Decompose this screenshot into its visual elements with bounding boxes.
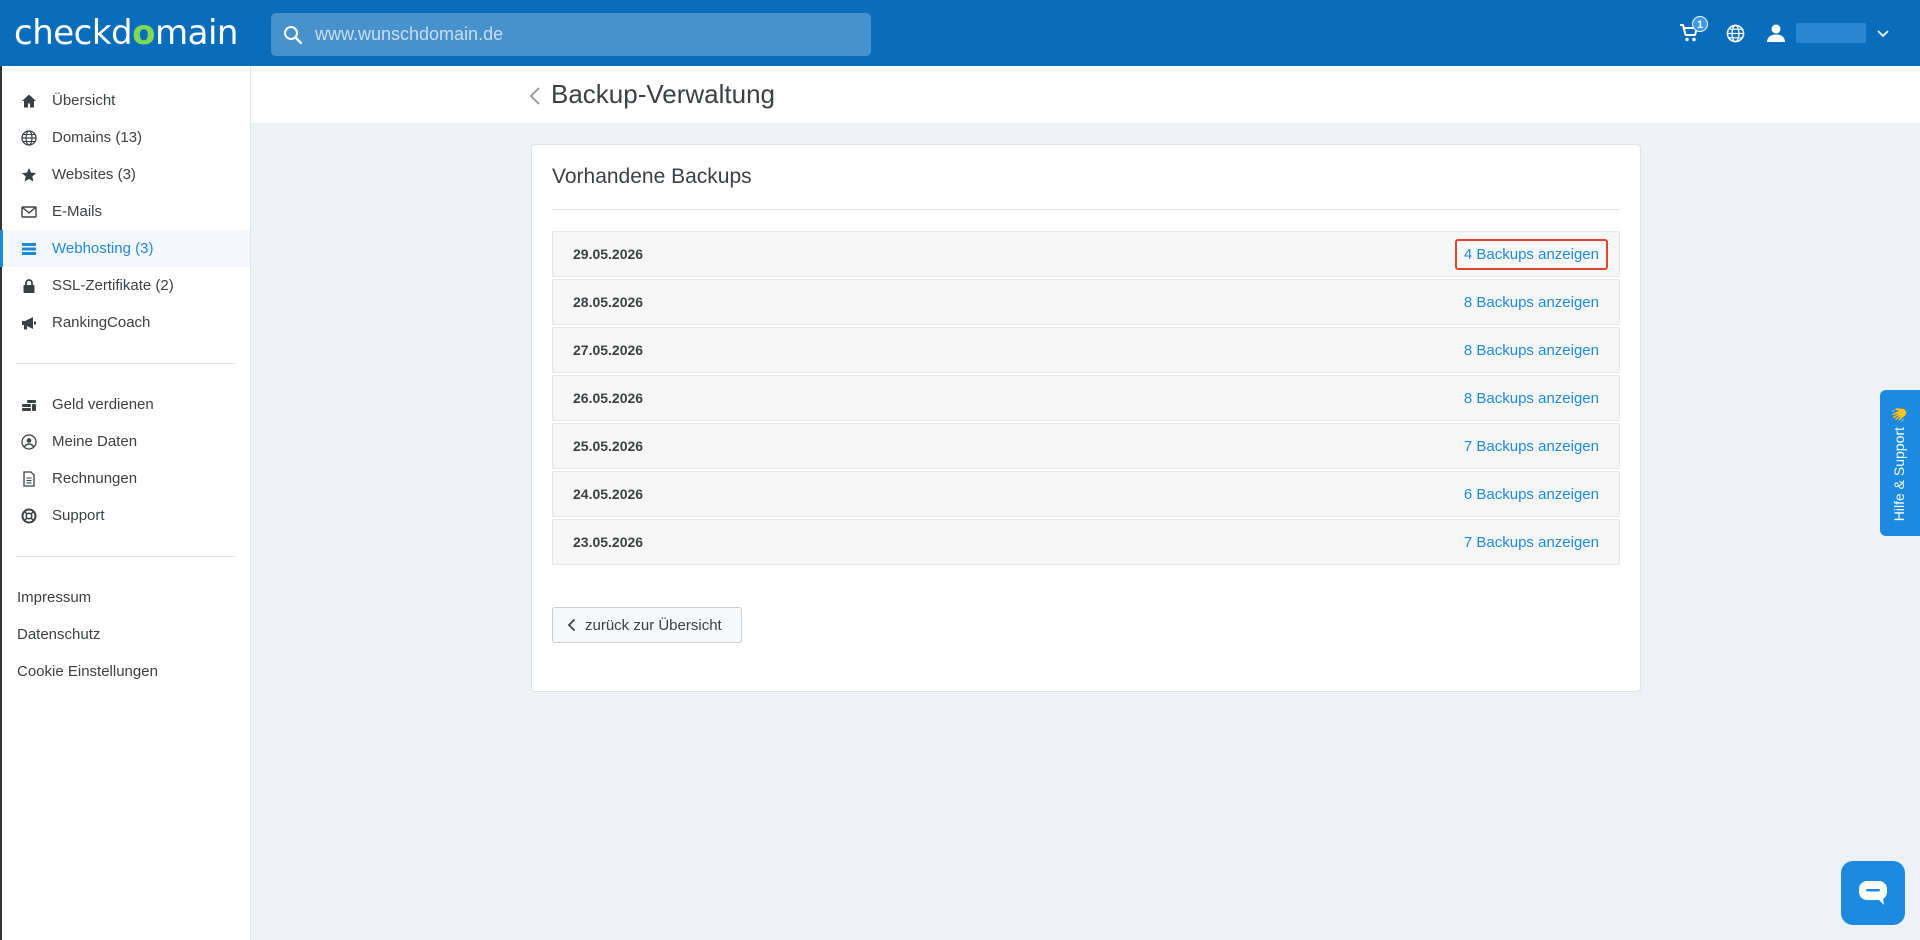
list-icon (20, 240, 38, 258)
show-backups-link[interactable]: 8 Backups anzeigen (1455, 335, 1608, 366)
sidebar-item-meine-daten[interactable]: Meine Daten (2, 423, 250, 460)
mail-icon (20, 203, 38, 221)
user-menu[interactable] (1758, 0, 1920, 66)
home-icon (20, 92, 38, 110)
star-icon (20, 166, 38, 184)
sidebar-item-label: Websites (3) (52, 166, 136, 183)
coins-icon (20, 396, 38, 414)
user-icon (1767, 24, 1785, 42)
page-header: Backup-Verwaltung (251, 66, 1920, 123)
card-divider (552, 209, 1620, 210)
sidebar-item-websites[interactable]: Websites (3) (2, 156, 250, 193)
backup-date: 29.05.2026 (573, 246, 644, 262)
megaphone-icon (20, 314, 38, 332)
lifebuoy-icon (20, 507, 38, 525)
globe-icon (20, 129, 38, 147)
help-support-label: Hilfe & Support 👋 (1891, 405, 1908, 521)
datenschutz-link[interactable]: Datenschutz (2, 616, 250, 653)
show-backups-link[interactable]: 4 Backups anzeigen (1454, 238, 1608, 270)
sidebar-item-domains[interactable]: Domains (13) (2, 119, 250, 156)
backup-list: 29.05.2026 4 Backups anzeigen 28.05.2026… (552, 231, 1620, 567)
lock-icon (20, 277, 38, 295)
backup-date: 23.05.2026 (573, 534, 644, 550)
help-support-tab[interactable]: Hilfe & Support 👋 (1880, 390, 1920, 536)
sidebar-item-label: E-Mails (52, 203, 103, 220)
sidebar-item-ssl[interactable]: SSL-Zertifikate (2) (2, 267, 250, 304)
account-nav: Geld verdienen Meine Daten Rechnungen Su… (2, 386, 250, 534)
sidebar-item-label: Meine Daten (52, 433, 138, 450)
show-backups-link[interactable]: 8 Backups anzeigen (1455, 287, 1608, 318)
cart-button[interactable]: 1 (1666, 0, 1712, 66)
sidebar: Übersicht Domains (13) Websites (3) E-Ma… (0, 66, 251, 940)
logo[interactable]: checkdomain (14, 14, 238, 52)
show-backups-link[interactable]: 6 Backups anzeigen (1455, 479, 1608, 510)
search-input[interactable] (315, 24, 855, 45)
cookie-settings-link[interactable]: Cookie Einstellungen (2, 653, 250, 690)
sidebar-item-label: Domains (13) (52, 129, 143, 146)
sidebar-item-emails[interactable]: E-Mails (2, 193, 250, 230)
backup-row: 28.05.2026 8 Backups anzeigen (552, 279, 1620, 325)
card-title: Vorhandene Backups (552, 165, 752, 188)
chevron-down-icon (1877, 30, 1889, 38)
chevron-left-icon (567, 618, 576, 632)
sidebar-divider (16, 363, 236, 364)
sidebar-divider (16, 556, 236, 557)
sidebar-item-overview[interactable]: Übersicht (2, 82, 250, 119)
backup-row: 25.05.2026 7 Backups anzeigen (552, 423, 1620, 469)
sidebar-item-label: Geld verdienen (52, 396, 154, 413)
chat-button[interactable] (1841, 861, 1905, 925)
top-right-actions: 1 (1666, 0, 1920, 66)
main-nav: Übersicht Domains (13) Websites (3) E-Ma… (0, 66, 250, 341)
language-button[interactable] (1712, 0, 1758, 66)
page-title: Backup-Verwaltung (551, 79, 776, 109)
backup-date: 26.05.2026 (573, 390, 644, 406)
sidebar-item-webhosting[interactable]: Webhosting (3) (0, 230, 250, 267)
backup-row: 23.05.2026 7 Backups anzeigen (552, 519, 1620, 565)
backups-card: Vorhandene Backups 29.05.2026 4 Backups … (531, 144, 1641, 692)
sidebar-item-rankingcoach[interactable]: RankingCoach (2, 304, 250, 341)
sidebar-item-rechnungen[interactable]: Rechnungen (2, 460, 250, 497)
document-icon (20, 470, 38, 488)
sidebar-item-label: RankingCoach (52, 314, 151, 331)
show-backups-link[interactable]: 7 Backups anzeigen (1455, 527, 1608, 558)
backup-row: 26.05.2026 8 Backups anzeigen (552, 375, 1620, 421)
show-backups-link[interactable]: 7 Backups anzeigen (1455, 431, 1608, 462)
sidebar-item-label: Webhosting (3) (52, 240, 154, 257)
top-bar: checkdomain 1 (0, 0, 1920, 66)
search-bar[interactable] (271, 13, 871, 56)
user-circle-icon (20, 433, 38, 451)
sidebar-item-label: Rechnungen (52, 470, 138, 487)
back-chevron-icon[interactable] (529, 86, 541, 111)
impressum-link[interactable]: Impressum (2, 579, 250, 616)
cart-badge: 1 (1692, 16, 1708, 32)
sidebar-item-label: SSL-Zertifikate (2) (52, 277, 174, 294)
sidebar-item-label: Übersicht (52, 92, 116, 109)
backup-row: 27.05.2026 8 Backups anzeigen (552, 327, 1620, 373)
backup-date: 24.05.2026 (573, 486, 644, 502)
backup-date: 27.05.2026 (573, 342, 644, 358)
backup-date: 25.05.2026 (573, 438, 644, 454)
footer-links: Impressum Datenschutz Cookie Einstellung… (2, 579, 250, 690)
globe-icon (1726, 24, 1744, 42)
search-icon (271, 13, 315, 56)
backup-row: 24.05.2026 6 Backups anzeigen (552, 471, 1620, 517)
back-button-label: zurück zur Übersicht (585, 616, 722, 634)
chat-icon (1859, 881, 1887, 905)
sidebar-item-geld-verdienen[interactable]: Geld verdienen (2, 386, 250, 423)
back-to-overview-button[interactable]: zurück zur Übersicht (552, 607, 742, 643)
sidebar-item-label: Support (52, 507, 105, 524)
show-backups-link[interactable]: 8 Backups anzeigen (1455, 383, 1608, 414)
backup-date: 28.05.2026 (573, 294, 644, 310)
backup-row: 29.05.2026 4 Backups anzeigen (552, 231, 1620, 277)
user-name-redacted (1796, 23, 1866, 43)
sidebar-item-support[interactable]: Support (2, 497, 250, 534)
